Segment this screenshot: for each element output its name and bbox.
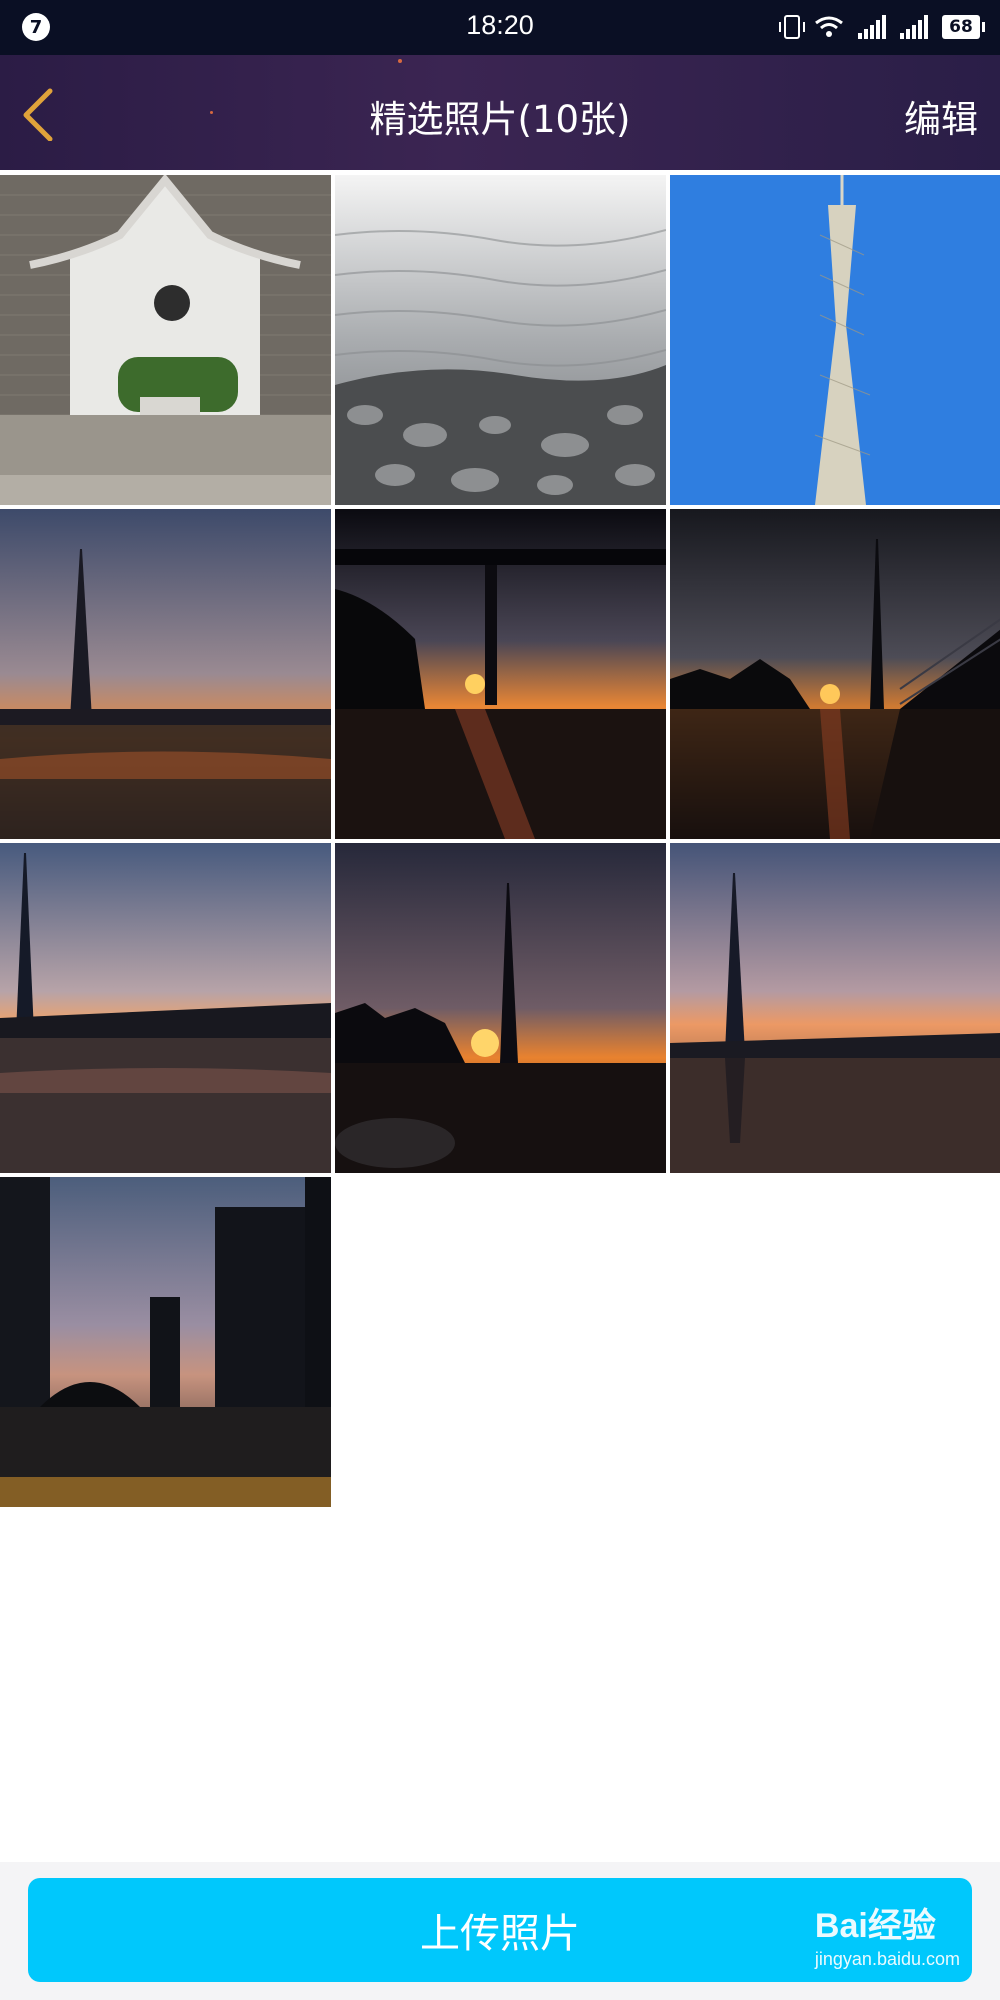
photo-tower-sunset-river	[0, 509, 331, 839]
watermark-url: jingyan.baidu.com	[814, 1949, 960, 1969]
photo-city-buildings-dusk	[0, 1177, 331, 1507]
page-title: 精选照片(10张)	[369, 98, 631, 141]
header: 精选照片(10张) 编辑	[0, 55, 1000, 170]
photo-tile-tower-sunset-reflection[interactable]	[670, 843, 1000, 1173]
edit-button[interactable]: 编辑	[904, 89, 978, 143]
photo-tower-blue-sky	[670, 175, 1000, 505]
photo-tile-tower-blue-sky[interactable]	[670, 175, 1000, 505]
photo-tower-sunset-left	[0, 843, 331, 1173]
watermark-logo: Bai经验	[814, 1907, 936, 1945]
photo-tile-bridge-sunset[interactable]	[335, 509, 666, 839]
photo-tower-sunset-reflection	[670, 843, 1000, 1173]
vibrate-icon	[779, 15, 805, 39]
status-icons: 68	[779, 12, 985, 42]
upload-button-label: 上传照片	[420, 1911, 580, 1957]
wifi-icon	[815, 16, 843, 37]
photo-tower-sun-behind	[335, 843, 666, 1173]
photo-courtyard-gate	[0, 175, 331, 505]
photo-tile-tower-sunset-left[interactable]	[0, 843, 331, 1173]
decor-spark	[398, 59, 402, 63]
signal-2-icon	[900, 15, 928, 39]
photo-tile-tower-walkway-sunset[interactable]	[670, 509, 1000, 839]
photo-bridge-sunset	[335, 509, 666, 839]
photo-water-rocks	[335, 175, 666, 505]
photo-tile-city-buildings-dusk[interactable]	[0, 1177, 331, 1507]
bottom-bar: 上传照片 Bai经验 jingyan.baidu.com	[0, 1862, 1000, 2000]
photo-tile-water-rocks[interactable]	[335, 175, 666, 505]
photo-tile-courtyard-gate[interactable]	[0, 175, 331, 505]
watermark: Bai经验 jingyan.baidu.com	[815, 1898, 960, 1970]
photo-tower-walkway-sunset	[670, 509, 1000, 839]
battery-icon: 68	[942, 15, 985, 39]
photo-tile-tower-sunset-river[interactable]	[0, 509, 331, 839]
status-bar: 7 18:20 68	[0, 0, 1000, 55]
signal-icon	[858, 15, 886, 39]
photo-grid	[0, 175, 1000, 1507]
photo-tile-tower-sun-behind[interactable]	[335, 843, 666, 1173]
